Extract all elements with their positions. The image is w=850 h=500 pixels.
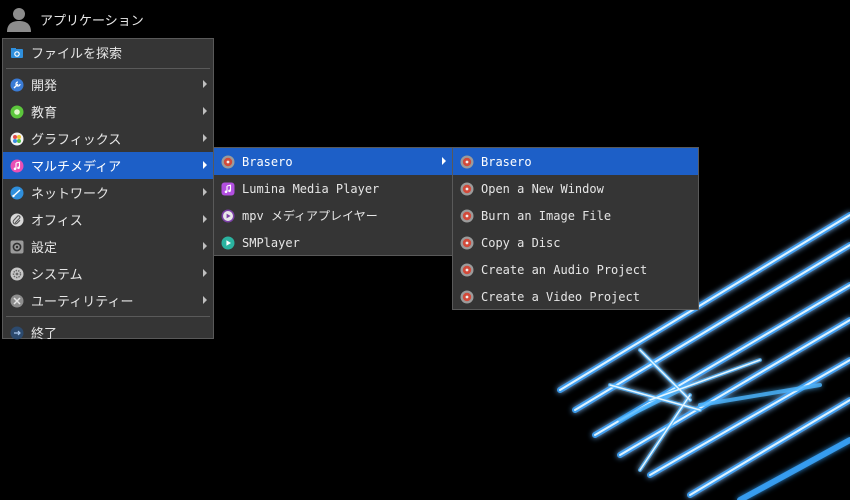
menu-separator (6, 68, 210, 69)
menu-item-system[interactable]: システム (3, 260, 213, 287)
menu-item-label: Lumina Media Player (242, 181, 380, 196)
submenu-arrow-icon (203, 269, 207, 277)
submenu-arrow-icon (203, 80, 207, 88)
submenu-arrow-icon (203, 215, 207, 223)
submenu-arrow-icon (203, 296, 207, 304)
menu-separator (6, 316, 210, 317)
graphics-icon (10, 132, 24, 145)
smplayer-play-icon (221, 236, 235, 249)
menu-item-label: グラフィックス (31, 133, 122, 148)
submenu-arrow-icon (203, 107, 207, 115)
menu-item-label: Open a New Window (481, 181, 604, 196)
menu-item-label: 開発 (31, 79, 58, 94)
menu-item-brasero-launch[interactable]: Brasero (453, 148, 698, 175)
menu-item-label: Create an Audio Project (481, 262, 648, 277)
music-note-icon (10, 159, 24, 172)
menu-item-lumina-media-player[interactable]: Lumina Media Player (214, 175, 452, 202)
settings-icon (10, 240, 24, 253)
menu-item-mpv[interactable]: mpv メディアプレイヤー (214, 202, 452, 229)
logout-icon (10, 326, 24, 339)
menu-item-brasero[interactable]: Brasero (214, 148, 452, 175)
folder-search-icon (11, 47, 23, 58)
paperclip-icon (10, 213, 24, 226)
submenu-arrow-icon (203, 188, 207, 196)
menu-item-multimedia[interactable]: マルチメディア (3, 152, 213, 179)
menu-item-development[interactable]: 開発 (3, 71, 213, 98)
menu-item-burn-image-file[interactable]: Burn an Image File (453, 202, 698, 229)
system-gear-icon (10, 267, 24, 280)
submenu-arrow-icon (203, 161, 207, 169)
applications-menu: ファイルを探索 開発 教育 グラフィックス マルチメディア ネットワーク オフィ… (2, 38, 214, 342)
menu-item-search-files[interactable]: ファイルを探索 (3, 39, 213, 66)
menu-item-label: SMPlayer (242, 235, 300, 250)
brasero-disc-icon (460, 182, 474, 195)
brasero-disc-icon (460, 263, 474, 276)
brasero-disc-icon (460, 155, 474, 168)
brasero-disc-icon (460, 209, 474, 222)
menu-item-create-audio-project[interactable]: Create an Audio Project (453, 256, 698, 283)
menu-item-label: ネットワーク (31, 187, 110, 202)
menu-item-smplayer[interactable]: SMPlayer (214, 229, 452, 256)
menu-item-label: Brasero (481, 154, 532, 169)
menu-item-create-video-project[interactable]: Create a Video Project (453, 283, 698, 310)
menu-item-label: mpv メディアプレイヤー (242, 209, 378, 223)
menu-item-office[interactable]: オフィス (3, 206, 213, 233)
applications-menu-button[interactable]: アプリケーション (4, 3, 144, 35)
menu-item-open-new-window[interactable]: Open a New Window (453, 175, 698, 202)
wrench-icon (10, 78, 24, 91)
menu-item-label: Create a Video Project (481, 289, 640, 304)
menu-item-education[interactable]: 教育 (3, 98, 213, 125)
menu-item-quit[interactable]: 終了 (3, 319, 213, 346)
user-icon (7, 8, 31, 32)
menu-item-utilities[interactable]: ユーティリティー (3, 287, 213, 314)
menu-item-label: 終了 (31, 327, 58, 342)
applications-menu-label: アプリケーション (40, 13, 144, 29)
submenu-arrow-icon (203, 242, 207, 250)
menu-item-label: システム (31, 268, 83, 283)
menu-item-label: Copy a Disc (481, 235, 561, 250)
network-icon (10, 186, 24, 199)
brasero-disc-icon (460, 236, 474, 249)
menu-item-label: Brasero (242, 154, 293, 169)
menu-item-label: 教育 (31, 106, 58, 121)
mpv-play-icon (221, 209, 235, 222)
menu-item-graphics[interactable]: グラフィックス (3, 125, 213, 152)
media-player-icon (221, 182, 235, 195)
submenu-arrow-icon (203, 134, 207, 142)
menu-item-label: オフィス (31, 214, 83, 229)
brasero-disc-icon (460, 290, 474, 303)
menu-item-label: ユーティリティー (31, 295, 134, 310)
brasero-submenu: Brasero Open a New Window Burn an Image … (452, 147, 699, 310)
menu-item-network[interactable]: ネットワーク (3, 179, 213, 206)
menu-item-label: 設定 (31, 241, 58, 256)
menu-item-copy-disc[interactable]: Copy a Disc (453, 229, 698, 256)
desktop: アプリケーション ファイルを探索 開発 教育 グラフィックス マルチメディア ネ… (0, 0, 850, 500)
education-icon (10, 105, 24, 118)
multimedia-submenu: Brasero Lumina Media Player mpv メディアプレイヤ… (213, 147, 453, 256)
menu-item-label: Burn an Image File (481, 208, 612, 223)
menu-item-label: ファイルを探索 (31, 47, 123, 62)
tools-icon (10, 294, 24, 307)
submenu-arrow-icon (442, 157, 446, 165)
menu-item-label: マルチメディア (31, 160, 122, 175)
menu-item-settings[interactable]: 設定 (3, 233, 213, 260)
brasero-disc-icon (221, 155, 235, 168)
